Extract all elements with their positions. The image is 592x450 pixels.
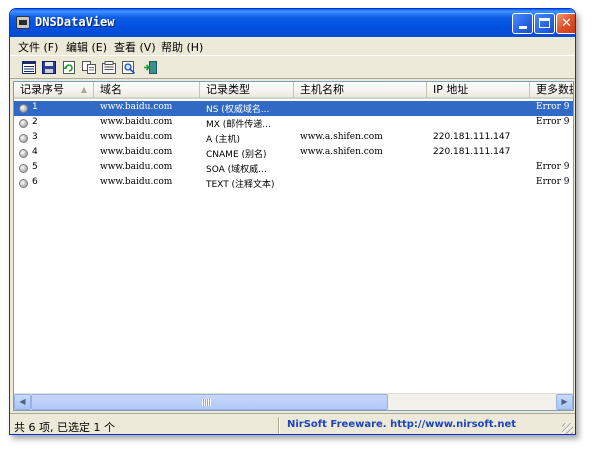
refresh-button[interactable]: [60, 59, 78, 76]
host-name-cell: www.a.shifen.com: [300, 132, 383, 142]
scroll-left-button[interactable]: ◀: [14, 394, 31, 410]
status-divider: [278, 417, 280, 434]
maximize-button[interactable]: [534, 13, 555, 34]
sort-ascending-icon: ▲: [80, 85, 87, 94]
records-list[interactable]: 记录序号 ▲ 域名 记录类型 主机名称 IP 地址 更多数据 1 www.baid…: [13, 81, 574, 411]
domain-cell: www.baidu.com: [100, 162, 173, 172]
toolbar: [10, 55, 575, 79]
scroll-thumb[interactable]: [31, 394, 388, 410]
app-icon: [16, 16, 30, 29]
ip-address-cell: 220.181.111.147: [433, 147, 511, 157]
record-type-cell: TEXT (注释文本): [206, 180, 275, 190]
scroll-right-button[interactable]: ▶: [556, 394, 573, 410]
menu-file[interactable]: 文件 (F): [16, 39, 60, 55]
ip-address-cell: 220.181.111.147: [433, 132, 511, 142]
save-icon: [42, 61, 56, 74]
arrow-right-icon: ▶: [561, 397, 568, 406]
status-bar: 共 6 项, 已选定 1 个 NirSoft Freeware. http://…: [10, 413, 575, 434]
domain-cell: www.baidu.com: [100, 117, 173, 127]
html-report-icon: [22, 61, 36, 74]
table-row[interactable]: 1 www.baidu.com NS (权威域名... Error 9: [14, 101, 573, 116]
record-id-cell: 3: [32, 132, 38, 142]
table-row[interactable]: 5 www.baidu.com SOA (域权威... Error 9: [14, 161, 573, 176]
column-header-record-id[interactable]: 记录序号 ▲: [14, 82, 94, 98]
more-data-cell: Error 9: [536, 162, 570, 172]
column-header-ip-address[interactable]: IP 地址: [427, 82, 530, 98]
minimize-button[interactable]: [512, 13, 533, 34]
menu-help[interactable]: 帮助 (H): [159, 39, 205, 55]
grip-icon: [202, 399, 211, 406]
find-icon: [122, 61, 136, 74]
column-header-more-data[interactable]: 更多数据: [530, 82, 573, 98]
find-button[interactable]: [120, 59, 138, 76]
domain-cell: www.baidu.com: [100, 147, 173, 157]
menu-bar: 文件 (F) 编辑 (E) 查看 (V) 帮助 (H): [10, 37, 575, 55]
table-row[interactable]: 6 www.baidu.com TEXT (注释文本) Error 9: [14, 176, 573, 191]
column-header-domain[interactable]: 域名: [94, 82, 200, 98]
record-id-cell: 1: [32, 102, 38, 112]
record-bullet-icon: [19, 134, 28, 143]
table-row[interactable]: 2 www.baidu.com MX (邮件传递... Error 9: [14, 116, 573, 131]
more-data-cell: Error 9: [536, 177, 570, 187]
record-id-cell: 5: [32, 162, 38, 172]
app-window: DNSDataView ✕ 文件 (F) 编辑 (E) 查看 (V) 帮助 (H…: [9, 8, 576, 435]
close-button[interactable]: ✕: [556, 13, 575, 34]
save-button[interactable]: [40, 59, 58, 76]
nirsoft-link[interactable]: NirSoft Freeware. http://www.nirsoft.net: [287, 419, 516, 430]
properties-button[interactable]: [100, 59, 118, 76]
window-title: DNSDataView: [35, 15, 115, 29]
html-report-button[interactable]: [20, 59, 38, 76]
horizontal-scrollbar[interactable]: ◀ ▶: [14, 393, 573, 410]
record-id-cell: 2: [32, 117, 38, 127]
domain-cell: www.baidu.com: [100, 177, 173, 187]
exit-button[interactable]: [141, 59, 159, 76]
record-id-cell: 4: [32, 147, 38, 157]
arrow-left-icon: ◀: [19, 397, 26, 406]
close-icon: ✕: [561, 16, 572, 31]
record-type-cell: NS (权威域名...: [206, 105, 270, 115]
record-bullet-icon: [19, 104, 28, 113]
record-type-cell: A (主机): [206, 135, 241, 145]
record-type-cell: MX (邮件传递...: [206, 120, 271, 130]
record-bullet-icon: [19, 164, 28, 173]
record-bullet-icon: [19, 179, 28, 188]
exit-icon: [144, 61, 157, 74]
domain-cell: www.baidu.com: [100, 102, 173, 112]
record-type-cell: CNAME (别名): [206, 150, 267, 160]
column-header-label: 记录序号: [20, 83, 64, 96]
menu-view[interactable]: 查看 (V): [112, 39, 158, 55]
properties-icon: [102, 61, 116, 74]
table-row[interactable]: 3 www.baidu.com A (主机) www.a.shifen.com 220.…: [14, 131, 573, 146]
copy-icon: [82, 61, 96, 74]
status-summary: 共 6 项, 已选定 1 个: [14, 421, 115, 434]
more-data-cell: Error 9: [536, 102, 570, 112]
title-bar[interactable]: DNSDataView ✕: [10, 9, 575, 37]
record-bullet-icon: [19, 149, 28, 158]
menu-edit[interactable]: 编辑 (E): [64, 39, 109, 55]
resize-grip-icon[interactable]: [562, 423, 573, 434]
column-header-host-name[interactable]: 主机名称: [294, 82, 427, 98]
column-header-record-type[interactable]: 记录类型: [200, 82, 294, 98]
domain-cell: www.baidu.com: [100, 132, 173, 142]
copy-button[interactable]: [80, 59, 98, 76]
table-row[interactable]: 4 www.baidu.com CNAME (别名) www.a.shifen.com…: [14, 146, 573, 161]
host-name-cell: www.a.shifen.com: [300, 147, 383, 157]
column-header-row: 记录序号 ▲ 域名 记录类型 主机名称 IP 地址 更多数据: [14, 82, 573, 99]
refresh-icon: [63, 61, 75, 74]
more-data-cell: Error 9: [536, 117, 570, 127]
record-bullet-icon: [19, 119, 28, 128]
maximize-icon: [539, 18, 550, 28]
minimize-icon: [518, 26, 527, 29]
record-type-cell: SOA (域权威...: [206, 165, 267, 175]
record-id-cell: 6: [32, 177, 38, 187]
